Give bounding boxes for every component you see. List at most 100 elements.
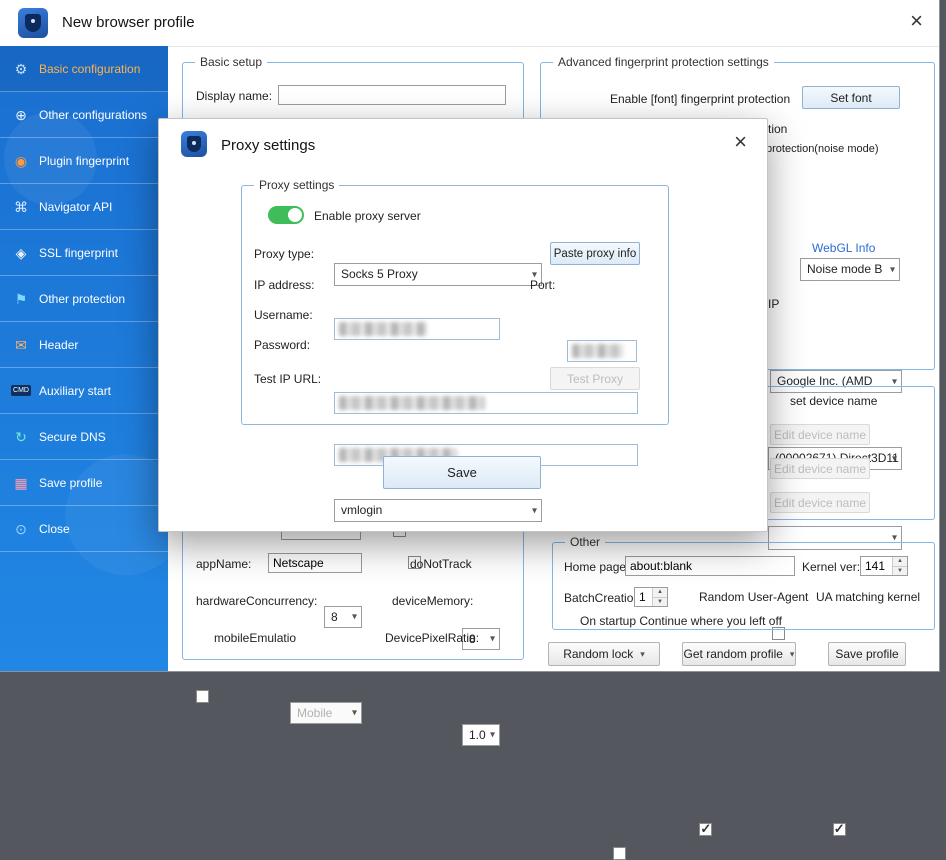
mobile-emulation-dropdown[interactable]: Mobile: [290, 702, 362, 724]
edit-device-name-button-1[interactable]: Edit device name: [770, 424, 870, 445]
kernel-version-label: Kernel ver:: [802, 560, 860, 574]
title-bar: New browser profile ×: [0, 0, 939, 47]
app-window: New browser profile × ⚙ Basic configurat…: [0, 0, 940, 672]
proxy-settings-dialog: Proxy settings × Proxy settings Enable p…: [158, 118, 768, 532]
sidebar-item-label: Other configurations: [39, 108, 147, 122]
on-startup-label: On startup Continue where you left off: [580, 614, 782, 628]
cmd-icon: CMD: [12, 385, 30, 396]
sidebar-item-basic-configuration[interactable]: ⚙ Basic configuration: [0, 46, 168, 92]
random-user-agent-label: Random User-Agent: [699, 590, 808, 604]
test-ip-url-label: Test IP URL:: [254, 372, 321, 386]
sidebar-item-label: Save profile: [39, 476, 102, 490]
batch-creation-input[interactable]: [635, 588, 652, 606]
sidebar-item-close[interactable]: ⊙ Close: [0, 506, 168, 552]
dialog-logo-icon: [181, 131, 207, 157]
kernel-version-input[interactable]: [861, 557, 892, 575]
mobile-emulation-label: mobileEmulatio: [214, 631, 296, 645]
window-close-icon[interactable]: ×: [910, 10, 923, 32]
app-name-input[interactable]: [268, 553, 362, 573]
username-label: Username:: [254, 308, 313, 322]
ua-matching-kernel-checkbox[interactable]: [833, 823, 846, 836]
hardware-concurrency-dropdown[interactable]: 8: [324, 606, 362, 628]
sidebar-item-ssl-fingerprint[interactable]: ◈ SSL fingerprint: [0, 230, 168, 276]
username-input[interactable]: [334, 392, 638, 414]
home-page-label: Home page:: [564, 560, 629, 574]
sidebar-item-plugin-fingerprint[interactable]: ◉ Plugin fingerprint: [0, 138, 168, 184]
lock-icon: ◈: [12, 246, 30, 260]
proxy-save-button[interactable]: Save: [383, 456, 541, 489]
sidebar-item-header[interactable]: ✉ Header: [0, 322, 168, 368]
cmd-icon-text: CMD: [11, 385, 31, 396]
app-logo-icon: [18, 8, 48, 38]
sidebar: ⚙ Basic configuration ⊕ Other configurat…: [0, 46, 168, 671]
window-title: New browser profile: [62, 14, 195, 31]
batch-creation-spin-arrows[interactable]: ▲▼: [652, 588, 667, 606]
port-label: Port:: [530, 278, 555, 292]
hardware-concurrency-label: hardwareConcurrency:: [196, 594, 317, 608]
sidebar-item-other-protection[interactable]: ⚑ Other protection: [0, 276, 168, 322]
sidebar-item-label: Secure DNS: [39, 430, 106, 444]
sidebar-item-secure-dns[interactable]: ↻ Secure DNS: [0, 414, 168, 460]
sidebar-item-save-profile[interactable]: ▦ Save profile: [0, 460, 168, 506]
dns-refresh-icon: ↻: [12, 430, 30, 444]
on-startup-checkbox[interactable]: [613, 847, 626, 860]
fingerprint-icon: ◉: [12, 154, 30, 168]
sidebar-item-label: Basic configuration: [39, 62, 140, 76]
settings-icon: ⊕: [12, 108, 30, 122]
edit-device-name-button-2[interactable]: Edit device name: [770, 458, 870, 479]
edit-device-name-button-3[interactable]: Edit device name: [770, 492, 870, 513]
batch-creation-label: BatchCreation:: [564, 591, 643, 605]
mobile-emulation-checkbox[interactable]: [196, 690, 209, 703]
set-device-name-label: set device name: [790, 394, 877, 408]
home-page-input[interactable]: [625, 556, 795, 576]
sidebar-item-label: Auxiliary start: [39, 384, 111, 398]
ip-address-input[interactable]: [334, 318, 500, 340]
device-pixel-ratio-dropdown[interactable]: 1.0: [462, 724, 500, 746]
canvas-protection-label-fragment: tion: [768, 122, 787, 136]
sidebar-item-label: Plugin fingerprint: [39, 154, 129, 168]
proxy-settings-group: Proxy settings Enable proxy server Proxy…: [241, 185, 669, 425]
kernel-version-spinner[interactable]: ▲▼: [860, 556, 908, 576]
proxy-type-dropdown[interactable]: Socks 5 Proxy: [334, 263, 542, 286]
sidebar-item-auxiliary-start[interactable]: CMD Auxiliary start: [0, 368, 168, 414]
webgl-info-link[interactable]: WebGL Info: [812, 241, 875, 255]
enable-proxy-label: Enable proxy server: [314, 209, 421, 223]
device-pixel-ratio-label: DevicePixelRatio:: [385, 631, 479, 645]
save-profile-button[interactable]: Save profile: [828, 642, 906, 666]
device-memory-label: deviceMemory:: [392, 594, 473, 608]
get-random-profile-button[interactable]: Get random profile: [682, 642, 796, 666]
basic-setup-legend: Basic setup: [195, 55, 267, 69]
sidebar-item-label: Header: [39, 338, 78, 352]
noise-mode-dropdown[interactable]: Noise mode B: [800, 258, 900, 281]
test-ip-url-dropdown[interactable]: vmlogin: [334, 499, 542, 522]
advanced-protection-legend: Advanced fingerprint protection settings: [553, 55, 774, 69]
save-icon: ▦: [12, 476, 30, 490]
random-user-agent-checkbox[interactable]: [699, 823, 712, 836]
dialog-close-icon[interactable]: ×: [734, 131, 747, 153]
sidebar-item-navigator-api[interactable]: ⌘ Navigator API: [0, 184, 168, 230]
paste-proxy-info-button[interactable]: Paste proxy info: [550, 242, 640, 265]
kernel-version-spin-arrows[interactable]: ▲▼: [892, 557, 907, 575]
password-label: Password:: [254, 338, 310, 352]
proxy-type-label: Proxy type:: [254, 247, 314, 261]
sidebar-item-label: Close: [39, 522, 70, 536]
batch-creation-spinner[interactable]: ▲▼: [634, 587, 668, 607]
set-font-button[interactable]: Set font: [802, 86, 900, 109]
random-lock-button[interactable]: Random lock: [548, 642, 660, 666]
dialog-title: Proxy settings: [221, 137, 315, 154]
test-proxy-button[interactable]: Test Proxy: [550, 367, 640, 390]
other-legend: Other: [565, 535, 605, 549]
ip-label-fragment: IP: [768, 297, 779, 311]
ip-address-label: IP address:: [254, 278, 314, 292]
sidebar-item-label: Navigator API: [39, 200, 112, 214]
gear-icon: ⚙: [12, 62, 30, 76]
sidebar-item-other-configurations[interactable]: ⊕ Other configurations: [0, 92, 168, 138]
display-name-label: Display name:: [196, 89, 272, 103]
port-input[interactable]: [567, 340, 637, 362]
display-name-input[interactable]: [278, 85, 506, 105]
header-card-icon: ✉: [12, 338, 30, 352]
do-not-track-label: doNotTrack: [410, 557, 472, 571]
sidebar-item-label: Other protection: [39, 292, 125, 306]
power-icon: ⊙: [12, 522, 30, 536]
enable-proxy-toggle[interactable]: [268, 206, 304, 224]
